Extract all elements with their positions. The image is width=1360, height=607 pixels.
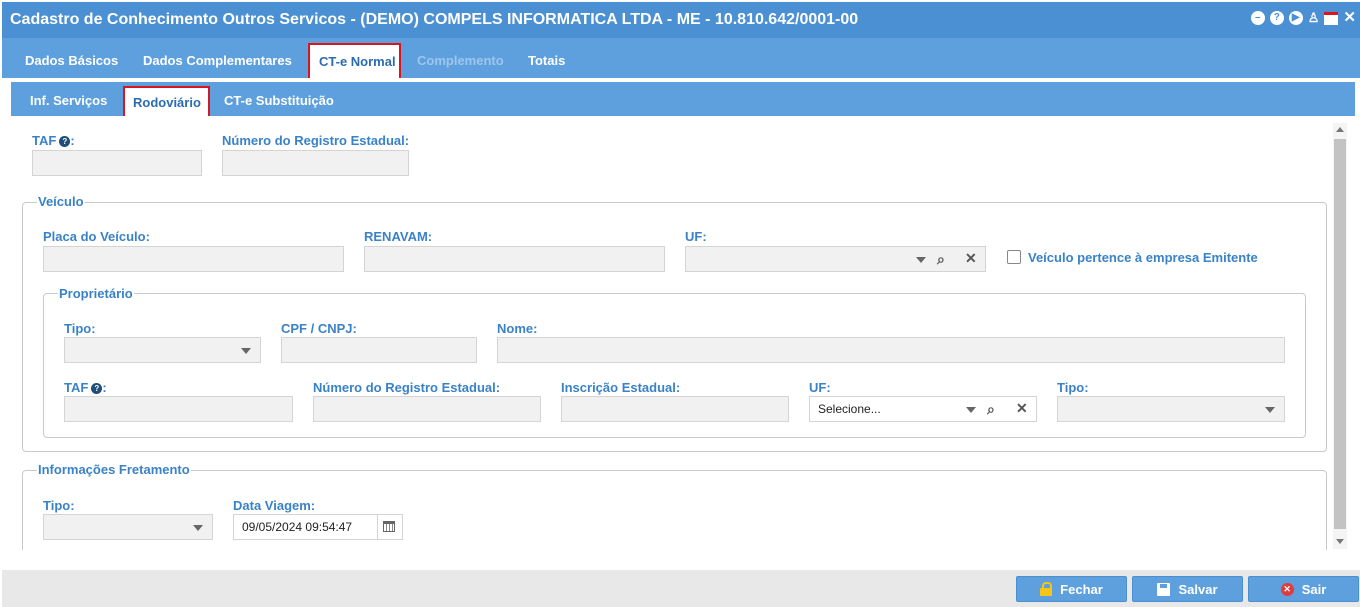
date-divider (377, 515, 378, 539)
sair-button[interactable]: ✕ Sair (1248, 576, 1359, 602)
data-viagem-label: Data Viagem: (233, 498, 316, 513)
clear-icon[interactable]: ✕ (965, 250, 977, 267)
vertical-scrollbar[interactable] (1333, 123, 1347, 549)
prop-nome-label: Nome: (497, 321, 538, 336)
taf-label-suffix: : (70, 133, 75, 148)
chevron-down-icon[interactable] (1265, 407, 1275, 413)
fechar-button[interactable]: Fechar (1016, 576, 1127, 602)
prop-registro-input[interactable] (313, 396, 541, 422)
prop-nome-input[interactable] (497, 337, 1285, 363)
prop-tipo-label: Tipo: (64, 321, 96, 336)
calendar-icon[interactable] (383, 521, 395, 532)
lock-icon (1040, 582, 1053, 596)
footer-bar: Fechar Salvar ✕ Sair (2, 570, 1360, 607)
prop-tipo2-select[interactable] (1057, 396, 1285, 422)
taf-input[interactable] (32, 150, 202, 176)
tab-complemento: Complemento (417, 53, 504, 68)
tab-cte-normal-label: CT-e Normal (319, 54, 396, 69)
fret-tipo-select[interactable] (43, 514, 213, 540)
fechar-label: Fechar (1060, 581, 1103, 597)
tab-dados-basicos[interactable]: Dados Básicos (25, 53, 118, 68)
search-icon[interactable]: ⌕ (987, 401, 995, 418)
registro-estadual-label: Número do Registro Estadual: (222, 133, 410, 148)
sair-label: Sair (1301, 581, 1327, 597)
scroll-thumb[interactable] (1334, 139, 1346, 529)
fretamento-legend: Informações Fretamento (37, 462, 191, 477)
prop-cpf-label: CPF / CNPJ: (281, 321, 357, 336)
prop-ie-input[interactable] (561, 396, 789, 422)
uf-label: UF: (685, 229, 707, 244)
window-title: Cadastro de Conhecimento Outros Servicos… (10, 11, 859, 28)
prop-taf-label: TAF?: (64, 380, 107, 395)
scroll-up-icon[interactable] (1336, 127, 1344, 132)
prop-uf-label: UF: (809, 380, 831, 395)
window-title-bar: Cadastro de Conhecimento Outros Servicos… (2, 2, 1360, 38)
calendar-icon[interactable] (1324, 11, 1339, 25)
prop-uf-select[interactable]: Selecione... (809, 396, 1037, 422)
prop-tipo-select[interactable] (64, 337, 261, 363)
prop-registro-label: Número do Registro Estadual: (313, 380, 501, 395)
save-icon (1157, 582, 1171, 596)
prop-ie-label: Inscrição Estadual: (561, 380, 681, 395)
tab-rodoviario-label: Rodoviário (133, 95, 201, 110)
prop-tipo2-label: Tipo: (1057, 380, 1089, 395)
bell-icon[interactable]: ♙ (1308, 11, 1320, 25)
minus-circle-icon[interactable]: – (1250, 11, 1265, 25)
chevron-down-icon[interactable] (241, 348, 251, 354)
tab-inf-servicos[interactable]: Inf. Serviços (30, 93, 107, 108)
veiculo-legend: Veículo (37, 194, 85, 209)
taf-label: TAF?: (32, 133, 75, 148)
help-icon[interactable]: ? (91, 383, 103, 394)
chevron-down-icon[interactable] (916, 257, 926, 263)
clear-icon[interactable]: ✕ (1016, 400, 1028, 417)
help-circle-icon[interactable]: ? (1269, 11, 1284, 25)
prop-taf-label-suffix: : (102, 380, 107, 395)
renavam-input[interactable] (364, 246, 665, 272)
chevron-down-icon[interactable] (193, 525, 203, 531)
salvar-button[interactable]: Salvar (1132, 576, 1243, 602)
fretamento-fieldset (22, 470, 1327, 550)
tab-cte-normal[interactable]: CT-e Normal (308, 43, 401, 78)
tab-cte-substituicao[interactable]: CT-e Substituição (224, 93, 334, 108)
form-content: TAF?: Número do Registro Estadual: Veícu… (11, 117, 1355, 550)
tab-rodoviario[interactable]: Rodoviário (123, 86, 210, 116)
placa-label: Placa do Veículo: (43, 229, 150, 244)
sub-tab-bar: Inf. Serviços Rodoviário CT-e Substituiç… (11, 82, 1355, 116)
proprietario-legend: Proprietário (58, 286, 134, 301)
registro-estadual-input[interactable] (222, 150, 409, 176)
help-icon[interactable]: ? (59, 136, 71, 147)
chevron-down-icon[interactable] (966, 407, 976, 413)
salvar-label: Salvar (1178, 581, 1218, 597)
prop-taf-label-text: TAF (64, 380, 89, 395)
search-icon[interactable]: ⌕ (937, 251, 945, 268)
emitente-label: Veículo pertence à empresa Emitente (1028, 250, 1258, 265)
tab-dados-complementares[interactable]: Dados Complementares (143, 53, 292, 68)
close-icon[interactable]: ✕ (1343, 10, 1356, 25)
scroll-down-icon[interactable] (1336, 539, 1344, 544)
title-icons: – ? ▶ ♙ ✕ (1250, 10, 1356, 25)
main-tab-bar: Dados Básicos Dados Complementares CT-e … (2, 38, 1360, 78)
tab-totais[interactable]: Totais (528, 53, 565, 68)
taf-label-text: TAF (32, 133, 57, 148)
prop-taf-input[interactable] (64, 396, 293, 422)
renavam-label: RENAVAM: (364, 229, 433, 244)
placa-input[interactable] (43, 246, 344, 272)
emitente-checkbox[interactable] (1007, 250, 1021, 264)
prop-cpf-input[interactable] (281, 337, 477, 363)
exit-icon: ✕ (1280, 582, 1294, 596)
fret-tipo-label: Tipo: (43, 498, 75, 513)
play-circle-icon[interactable]: ▶ (1288, 11, 1303, 25)
